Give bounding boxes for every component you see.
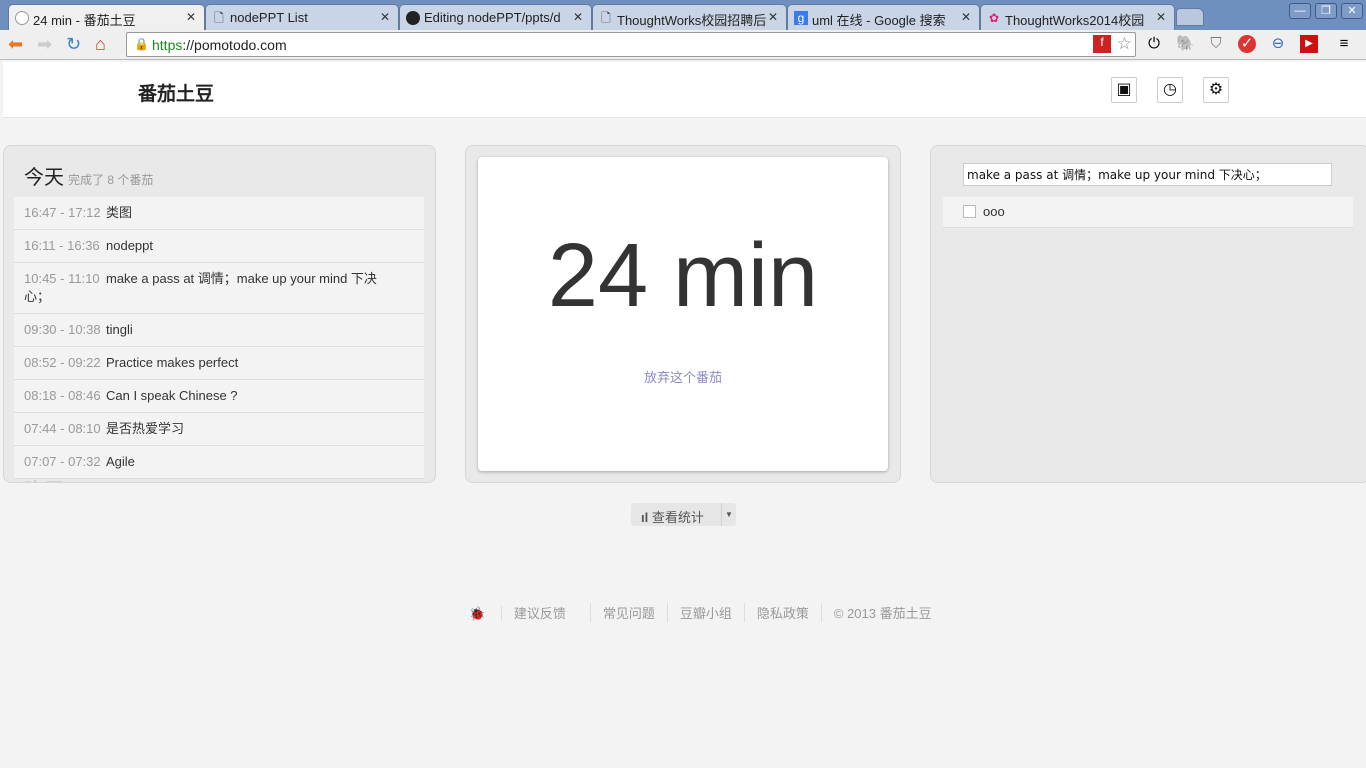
- github-icon: [406, 11, 420, 25]
- tab-nodeppt-list[interactable]: 🗋 nodePPT List ✕: [205, 4, 399, 30]
- close-tab-icon[interactable]: ✕: [1156, 10, 1166, 24]
- pomodoro-icon: [15, 11, 29, 25]
- todo-item: ooo: [943, 197, 1353, 228]
- app-title[interactable]: 番茄土豆: [138, 79, 214, 106]
- timer-panel: 24 min 放弃这个番茄: [465, 145, 901, 483]
- video-icon[interactable]: ▶: [1300, 35, 1318, 53]
- thoughtworks-icon: ✿: [988, 11, 1000, 25]
- close-tab-icon[interactable]: ✕: [573, 10, 583, 24]
- forward-icon[interactable]: ➡: [37, 34, 52, 54]
- history-item: 07:44 - 08:10 是否热爱学习: [14, 413, 424, 446]
- address-bar[interactable]: 🔒 https://pomotodo.com f ☆: [126, 32, 1136, 57]
- history-item: 09:30 - 10:38 tingli: [14, 314, 424, 347]
- yesterday-heading: 昨天: [24, 474, 64, 482]
- close-tab-icon[interactable]: ✕: [380, 10, 390, 24]
- close-tab-icon[interactable]: ✕: [961, 10, 971, 24]
- bar-chart-icon: ıl: [641, 510, 649, 525]
- history-list: 16:47 - 17:12 类图 16:11 - 16:36 nodeppt 10:…: [14, 197, 424, 479]
- reload-icon[interactable]: ↻: [66, 34, 81, 54]
- app-header: 番茄土豆 ▣ ◷ ⚙: [3, 62, 1366, 118]
- stats-dropdown-toggle[interactable]: ▼: [721, 503, 736, 526]
- history-item: 08:52 - 09:22 Practice makes perfect: [14, 347, 424, 380]
- tab-google-search[interactable]: g uml 在线 - Google 搜索 ✕: [787, 4, 980, 30]
- history-item: 16:47 - 17:12 类图: [14, 197, 424, 230]
- give-up-link[interactable]: 放弃这个番茄: [478, 367, 888, 386]
- bookmark-star-icon[interactable]: ☆: [1117, 34, 1132, 54]
- settings-button[interactable]: ⚙: [1203, 77, 1229, 103]
- today-heading: 今天 完成了 8 个番茄: [24, 167, 154, 189]
- tab-thoughtworks-2014[interactable]: ✿ ThoughtWorks2014校园 ✕: [980, 4, 1175, 30]
- douban-group-link[interactable]: 豆瓣小组: [666, 603, 744, 622]
- todo-panel: ooo: [930, 145, 1366, 483]
- todo-checkbox[interactable]: [963, 205, 976, 218]
- google-icon: g: [794, 11, 808, 25]
- todoist-icon[interactable]: ✓: [1238, 35, 1256, 53]
- tab-pomotodo[interactable]: 24 min - 番茄土豆 ✕: [8, 4, 205, 30]
- bug-icon: 🐞: [469, 606, 486, 621]
- new-tab-button[interactable]: [1176, 8, 1204, 26]
- privacy-link[interactable]: 隐私政策: [743, 603, 821, 622]
- adblock-icon[interactable]: ⊖: [1269, 35, 1287, 53]
- calendar-icon: ▣: [1116, 81, 1132, 98]
- feedback-link[interactable]: 🐞 建议反馈: [469, 603, 590, 622]
- clock-icon: ◷: [1163, 81, 1177, 98]
- footer: 🐞 建议反馈 常见问题 豆瓣小组 隐私政策 © 2013 番茄土豆: [469, 603, 944, 622]
- home-icon[interactable]: ⌂: [95, 34, 106, 54]
- faq-link[interactable]: 常见问题: [589, 603, 667, 622]
- tab-bar: 24 min - 番茄土豆 ✕ 🗋 nodePPT List ✕ Editing no…: [0, 0, 1366, 30]
- history-panel: 今天 完成了 8 个番茄 16:47 - 17:12 类图 16:11 - 16:3…: [3, 145, 436, 483]
- close-tab-icon[interactable]: ✕: [186, 10, 196, 24]
- todo-input[interactable]: [963, 163, 1332, 186]
- menu-icon[interactable]: ≡: [1335, 35, 1353, 53]
- timer-card: 24 min 放弃这个番茄: [478, 157, 888, 471]
- history-item: 07:07 - 07:32 Agile: [14, 446, 424, 479]
- evernote-icon[interactable]: 🐘: [1176, 35, 1195, 53]
- close-tab-icon[interactable]: ✕: [768, 10, 778, 24]
- calendar-button[interactable]: ▣: [1111, 77, 1137, 103]
- power-icon[interactable]: ⏻: [1145, 35, 1163, 53]
- tab-github-editing[interactable]: Editing nodePPT/ppts/d ✕: [399, 4, 592, 30]
- close-window-button[interactable]: ✕: [1341, 3, 1363, 19]
- history-item: 10:45 - 11:10 make a pass at 调情；make up y…: [14, 263, 424, 314]
- page-icon: 🗋: [601, 11, 611, 25]
- today-summary: 完成了 8 个番茄: [68, 173, 154, 187]
- history-item: 16:11 - 16:36 nodeppt: [14, 230, 424, 263]
- browser-toolbar: ⬅ ➡ ↻ ⌂ 🔒 https://pomotodo.com f ☆ ⏻ 🐘 ⛉…: [0, 30, 1366, 60]
- tab-thoughtworks-recruit[interactable]: 🗋 ThoughtWorks校园招聘后 ✕: [592, 4, 787, 30]
- history-item: 08:18 - 08:46 Can I speak Chinese ?: [14, 380, 424, 413]
- page-icon: 🗋: [214, 11, 224, 25]
- history-button[interactable]: ◷: [1157, 77, 1183, 103]
- flash-icon[interactable]: f: [1093, 35, 1111, 53]
- back-icon[interactable]: ⬅: [8, 34, 23, 54]
- shield-icon[interactable]: ⛉: [1207, 35, 1225, 53]
- gear-icon: ⚙: [1208, 81, 1224, 98]
- timer-display: 24 min: [547, 226, 819, 326]
- view-stats-button[interactable]: ıl 查看统计 ▼: [631, 503, 736, 526]
- minimize-button[interactable]: —: [1289, 3, 1311, 19]
- copyright: © 2013 番茄土豆: [820, 603, 944, 622]
- lock-icon: 🔒: [134, 37, 149, 51]
- restore-button[interactable]: ❐: [1315, 3, 1337, 19]
